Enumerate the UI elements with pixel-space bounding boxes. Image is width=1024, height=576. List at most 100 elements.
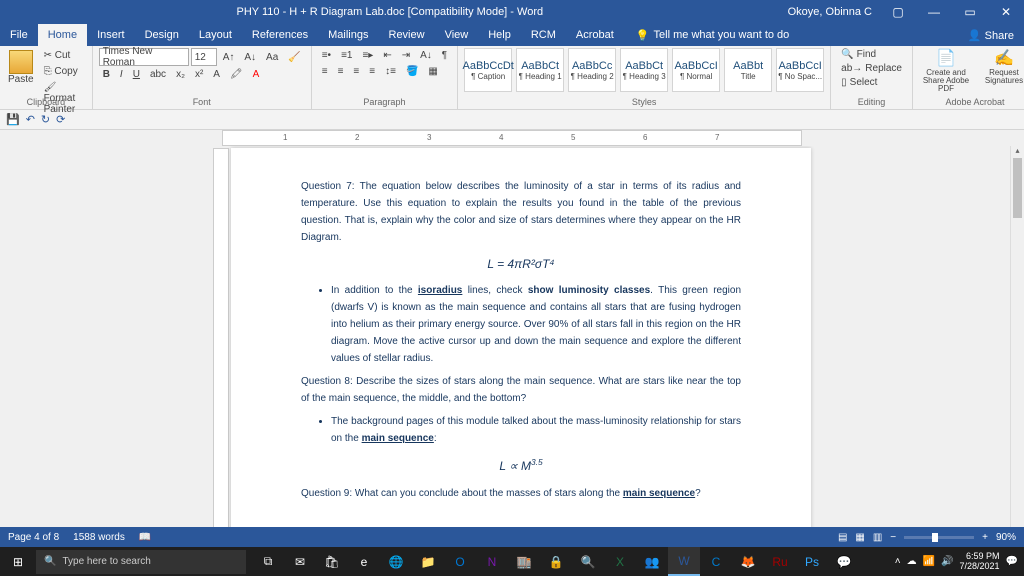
bullets-button[interactable]: ≡•: [318, 48, 335, 63]
find-button[interactable]: 🔍 Find: [837, 48, 906, 61]
app-vscode-icon[interactable]: C: [700, 547, 732, 576]
app-ie-icon[interactable]: e: [348, 547, 380, 576]
clear-formatting-button[interactable]: 🧹: [284, 50, 304, 65]
repeat-button[interactable]: ↻: [41, 113, 50, 126]
style-3[interactable]: AaBbCt¶ Heading 3: [620, 48, 668, 92]
tell-me-search[interactable]: 💡 Tell me what you want to do: [636, 29, 789, 42]
font-size-select[interactable]: 12: [191, 48, 217, 66]
adobe-create-icon[interactable]: 📄: [936, 48, 956, 68]
tab-references[interactable]: References: [242, 24, 318, 46]
zoom-handle[interactable]: [932, 533, 938, 542]
app-onenote-icon[interactable]: N: [476, 547, 508, 576]
word-count[interactable]: 1588 words: [73, 532, 125, 543]
app-firefox-icon[interactable]: 🦊: [732, 547, 764, 576]
decrease-indent-button[interactable]: ⇤: [379, 48, 395, 63]
app-teams-icon[interactable]: 👥: [636, 547, 668, 576]
app-chat-icon[interactable]: 💬: [828, 547, 860, 576]
app-store-icon[interactable]: 🛍: [316, 547, 348, 576]
close-icon[interactable]: ✕: [988, 5, 1024, 19]
underline-button[interactable]: U: [129, 67, 144, 82]
subscript-button[interactable]: x₂: [172, 67, 189, 82]
tab-rcm[interactable]: RCM: [521, 24, 566, 46]
text-effects-button[interactable]: A: [209, 67, 224, 82]
refresh-button[interactable]: ⟳: [56, 113, 65, 126]
highlight-button[interactable]: 🖍: [226, 67, 247, 82]
tab-view[interactable]: View: [435, 24, 479, 46]
tab-acrobat[interactable]: Acrobat: [566, 24, 624, 46]
save-button[interactable]: 💾: [6, 113, 20, 126]
app-search2-icon[interactable]: 🔍: [572, 547, 604, 576]
change-case-button[interactable]: Aa: [262, 50, 282, 65]
style-0[interactable]: AaBbCcDt¶ Caption: [464, 48, 512, 92]
line-spacing-button[interactable]: ↕≡: [381, 64, 400, 79]
tab-layout[interactable]: Layout: [189, 24, 242, 46]
style-5[interactable]: AaBbtTitle: [724, 48, 772, 92]
zoom-level[interactable]: 90%: [996, 532, 1016, 543]
style-2[interactable]: AaBbCc¶ Heading 2: [568, 48, 616, 92]
notifications-icon[interactable]: 💬: [1006, 556, 1018, 567]
app-excel-icon[interactable]: X: [604, 547, 636, 576]
scroll-up-icon[interactable]: ▴: [1011, 146, 1024, 158]
app-word-icon[interactable]: W: [668, 547, 700, 576]
print-layout-button[interactable]: ▦: [855, 532, 864, 543]
align-left-button[interactable]: ≡: [318, 64, 332, 79]
tab-design[interactable]: Design: [135, 24, 189, 46]
select-button[interactable]: ▯ Select: [837, 76, 906, 89]
app-edge-icon[interactable]: 🌐: [380, 547, 412, 576]
show-marks-button[interactable]: ¶: [438, 48, 451, 63]
horizontal-ruler[interactable]: 1234567: [0, 130, 1024, 146]
taskbar-search[interactable]: 🔍 Type here to search: [36, 550, 246, 574]
style-1[interactable]: AaBbCt¶ Heading 1: [516, 48, 564, 92]
multilevel-button[interactable]: ≡▸: [358, 48, 377, 63]
bold-button[interactable]: B: [99, 67, 114, 82]
justify-button[interactable]: ≡: [365, 64, 379, 79]
style-4[interactable]: AaBbCcI¶ Normal: [672, 48, 720, 92]
italic-button[interactable]: I: [116, 67, 127, 82]
font-color-button[interactable]: A: [249, 67, 264, 82]
app-security-icon[interactable]: 🔒: [540, 547, 572, 576]
zoom-slider[interactable]: [904, 536, 974, 539]
superscript-button[interactable]: x²: [191, 67, 207, 82]
cut-button[interactable]: ✂ Cut: [40, 48, 86, 63]
tab-review[interactable]: Review: [379, 24, 435, 46]
numbering-button[interactable]: ≡1: [337, 48, 356, 63]
increase-indent-button[interactable]: ⇥: [398, 48, 414, 63]
tab-home[interactable]: Home: [38, 24, 87, 46]
tray-chevron-icon[interactable]: ˄: [895, 556, 901, 567]
zoom-in-button[interactable]: +: [982, 532, 988, 543]
paste-button[interactable]: Paste: [6, 48, 36, 87]
sort-button[interactable]: A↓: [416, 48, 436, 63]
undo-button[interactable]: ↶: [26, 113, 35, 126]
vertical-scrollbar[interactable]: ▴ ▾: [1010, 146, 1024, 547]
app-outlook-icon[interactable]: O: [444, 547, 476, 576]
align-right-button[interactable]: ≡: [349, 64, 363, 79]
align-center-button[interactable]: ≡: [334, 64, 348, 79]
maximize-icon[interactable]: ▭: [952, 5, 988, 19]
ribbon-options-icon[interactable]: ▢: [880, 5, 916, 19]
share-button[interactable]: 👤 Share: [958, 29, 1024, 42]
document-page[interactable]: Question 7: The equation below describes…: [231, 148, 811, 547]
tab-help[interactable]: Help: [478, 24, 521, 46]
tab-file[interactable]: File: [0, 24, 38, 46]
minimize-icon[interactable]: —: [916, 5, 952, 19]
app-mail-icon[interactable]: ✉: [284, 547, 316, 576]
tray-wifi-icon[interactable]: 📶: [923, 556, 935, 567]
read-mode-button[interactable]: ▤: [838, 532, 847, 543]
copy-button[interactable]: ⎘ Copy: [40, 64, 86, 79]
zoom-out-button[interactable]: −: [890, 532, 896, 543]
tab-mailings[interactable]: Mailings: [318, 24, 378, 46]
taskbar-clock[interactable]: 6:59 PM 7/28/2021: [960, 552, 1000, 572]
borders-button[interactable]: ▦: [424, 64, 441, 79]
app-store2-icon[interactable]: 🏬: [508, 547, 540, 576]
vertical-ruler[interactable]: [213, 148, 229, 547]
app-ru-icon[interactable]: Ru: [764, 547, 796, 576]
font-name-select[interactable]: Times New Roman: [99, 48, 189, 66]
app-explorer-icon[interactable]: 📁: [412, 547, 444, 576]
grow-font-button[interactable]: A↑: [219, 50, 239, 65]
strikethrough-button[interactable]: abc: [146, 67, 170, 82]
start-button[interactable]: ⊞: [0, 555, 36, 569]
task-view-icon[interactable]: ⧉: [252, 547, 284, 576]
adobe-request-icon[interactable]: ✍: [994, 48, 1014, 68]
style-6[interactable]: AaBbCcI¶ No Spac...: [776, 48, 824, 92]
replace-button[interactable]: ab→ Replace: [837, 62, 906, 75]
